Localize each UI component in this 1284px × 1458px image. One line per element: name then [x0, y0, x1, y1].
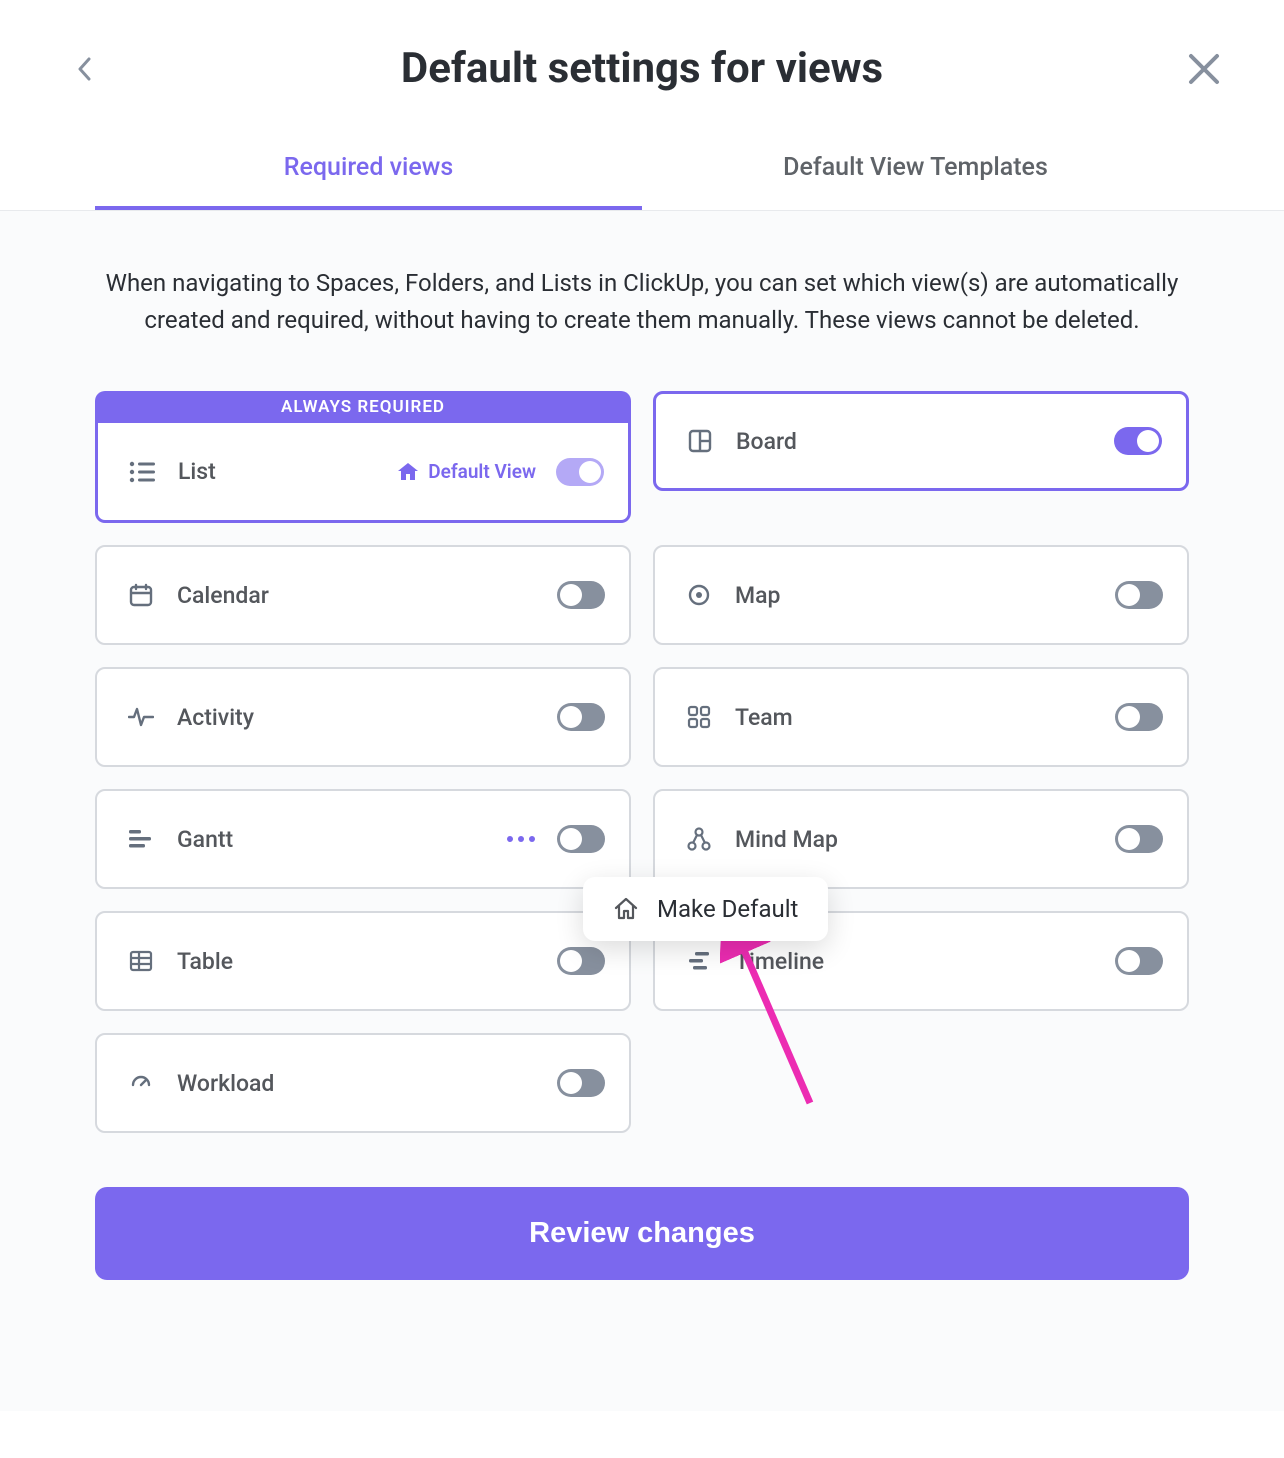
chevron-left-icon [77, 57, 91, 81]
description-text: When navigating to Spaces, Folders, and … [95, 265, 1189, 339]
toggle-calendar[interactable] [557, 581, 605, 609]
mindmap-icon [685, 825, 713, 853]
toggle-list[interactable] [556, 458, 604, 486]
gantt-icon [127, 825, 155, 853]
timeline-icon [685, 947, 713, 975]
settings-modal: Default settings for views Required view… [0, 0, 1284, 1411]
map-pin-icon [685, 581, 713, 609]
view-label: Timeline [735, 948, 1115, 975]
views-grid: ALWAYS REQUIRED List Default View [95, 391, 1189, 1133]
toggle-mindmap[interactable] [1115, 825, 1163, 853]
more-options-button[interactable] [507, 836, 535, 842]
view-card-map[interactable]: Map [653, 545, 1189, 645]
modal-title: Default settings for views [100, 44, 1184, 93]
view-card-board[interactable]: Board [653, 391, 1189, 491]
view-card-mindmap[interactable]: Mind Map [653, 789, 1189, 889]
view-card-team[interactable]: Team [653, 667, 1189, 767]
always-required-badge: ALWAYS REQUIRED [95, 391, 631, 423]
default-view-text: Default View [428, 460, 536, 483]
list-icon [128, 458, 156, 486]
toggle-map[interactable] [1115, 581, 1163, 609]
toggle-activity[interactable] [557, 703, 605, 731]
view-card-activity[interactable]: Activity [95, 667, 631, 767]
make-default-popover[interactable]: Make Default [583, 877, 828, 941]
view-label: Mind Map [735, 826, 1115, 853]
view-label: Gantt [177, 826, 507, 853]
view-card-workload[interactable]: Workload [95, 1033, 631, 1133]
view-card-calendar[interactable]: Calendar [95, 545, 631, 645]
workload-icon [127, 1069, 155, 1097]
default-view-tag: Default View [398, 460, 536, 483]
view-label: Activity [177, 704, 557, 731]
toggle-workload[interactable] [557, 1069, 605, 1097]
home-icon [398, 463, 418, 481]
review-changes-button[interactable]: Review changes [95, 1187, 1189, 1280]
toggle-timeline[interactable] [1115, 947, 1163, 975]
modal-header: Default settings for views [0, 0, 1284, 133]
view-label: Team [735, 704, 1115, 731]
back-button[interactable] [68, 53, 100, 85]
toggle-team[interactable] [1115, 703, 1163, 731]
view-label: Calendar [177, 582, 557, 609]
table-icon [127, 947, 155, 975]
view-label: Board [736, 428, 1114, 455]
calendar-icon [127, 581, 155, 609]
settings-body: When navigating to Spaces, Folders, and … [0, 211, 1284, 1411]
home-outline-icon [613, 897, 639, 921]
view-card-table[interactable]: Table [95, 911, 631, 1011]
view-card-gantt[interactable]: Gantt [95, 789, 631, 889]
view-label: Workload [177, 1070, 557, 1097]
toggle-board[interactable] [1114, 427, 1162, 455]
view-card-list[interactable]: List Default View [95, 423, 631, 523]
view-label: List [178, 458, 398, 485]
close-icon [1187, 52, 1221, 86]
tab-default-templates[interactable]: Default View Templates [642, 133, 1189, 210]
view-label: Map [735, 582, 1115, 609]
toggle-table[interactable] [557, 947, 605, 975]
board-icon [686, 427, 714, 455]
view-label: Table [177, 948, 557, 975]
view-card-list-wrapper: ALWAYS REQUIRED List Default View [95, 391, 631, 523]
tab-required-views[interactable]: Required views [95, 133, 642, 210]
tabs: Required views Default View Templates [0, 133, 1284, 211]
toggle-gantt[interactable] [557, 825, 605, 853]
make-default-label: Make Default [657, 895, 798, 923]
team-icon [685, 703, 713, 731]
activity-icon [127, 703, 155, 731]
close-button[interactable] [1184, 49, 1224, 89]
